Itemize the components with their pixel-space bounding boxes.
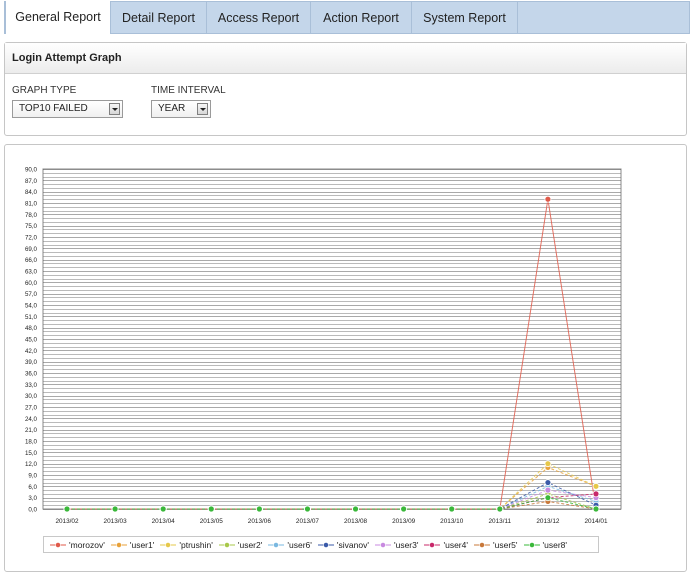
data-point: [496, 505, 504, 513]
data-point: [159, 505, 167, 513]
y-tick-label: 51,0: [25, 314, 38, 321]
data-point: [544, 195, 552, 203]
y-tick-label: 9,0: [28, 473, 37, 480]
legend-label: 'sivanov': [336, 539, 369, 550]
x-tick-label: 2013/11: [488, 518, 511, 525]
legend-item: 'user3': [374, 539, 419, 550]
x-tick-label: 2013/07: [296, 518, 320, 525]
y-tick-label: 81,0: [25, 201, 38, 208]
legend-label: 'user4': [443, 539, 468, 550]
y-tick-label: 24,0: [25, 416, 38, 423]
y-tick-label: 30,0: [25, 393, 38, 400]
x-tick-label: 2013/12: [536, 518, 560, 525]
legend-item: 'sivanov': [317, 539, 369, 550]
legend-item: 'user6': [268, 540, 312, 550]
x-tick-label: 2013/08: [344, 518, 368, 525]
y-tick-label: 12,0: [25, 461, 38, 468]
legend-label: 'user2': [237, 539, 263, 550]
y-tick-label: 21,0: [25, 427, 38, 434]
legend-swatch-icon: [218, 541, 235, 548]
legend-item: 'morozov': [50, 540, 105, 550]
y-tick-label: 87,0: [25, 178, 38, 185]
legend-item: 'user1': [110, 539, 155, 550]
y-tick-label: 78,0: [25, 212, 38, 219]
y-tick-label: 27,0: [25, 405, 38, 412]
legend-swatch-icon: [50, 541, 66, 548]
login-attempt-chart: 0,0 3,0 6,0 9,0 12,0 15,0 18,0 21,0 24,0 27,0 30,0…: [25, 167, 622, 525]
y-tick-label: 39,0: [25, 359, 38, 366]
legend-swatch-icon: [160, 541, 177, 548]
data-point: [352, 505, 359, 513]
legend-label: 'ptrushin': [179, 539, 213, 550]
data-point: [448, 505, 456, 513]
y-tick-label: 42,0: [25, 348, 38, 355]
y-tick-label: 60,0: [25, 280, 38, 287]
y-tick-label: 48,0: [25, 325, 38, 332]
data-point: [400, 505, 408, 513]
data-point: [304, 505, 311, 513]
x-tick-label: 2013/04: [152, 518, 176, 525]
legend-item: 'user8': [523, 539, 568, 550]
legend-item: 'user2': [218, 539, 263, 550]
x-tick-label: 2013/09: [392, 518, 416, 525]
legend-item: 'user4': [424, 540, 468, 550]
legend-label: 'user1': [129, 539, 155, 550]
y-tick-label: 45,0: [25, 337, 38, 344]
data-point: [207, 505, 215, 513]
legend-swatch-icon: [374, 541, 391, 548]
y-tick-label: 63,0: [25, 269, 38, 276]
y-tick-label: 3,0: [28, 495, 37, 502]
y-tick-label: 15,0: [25, 450, 38, 457]
data-point: [544, 479, 552, 486]
data-point: [592, 482, 600, 490]
y-tick-label: 72,0: [25, 235, 38, 242]
y-tick-label: 84,0: [25, 189, 38, 196]
y-tick-label: 33,0: [25, 382, 38, 389]
legend-swatch-icon: [110, 541, 127, 548]
data-point: [544, 486, 552, 494]
x-tick-label: 2013/05: [200, 518, 224, 525]
data-point: [63, 505, 71, 513]
legend-swatch-icon: [424, 541, 441, 548]
y-tick-label: 54,0: [25, 303, 38, 310]
y-tick-label: 57,0: [25, 291, 38, 298]
legend-item: 'ptrushin': [160, 540, 213, 550]
chart-legend: 'morozov' 'user1' 'ptrushin' 'user2' 'user6'…: [43, 536, 599, 553]
data-point: [544, 494, 552, 502]
y-tick-label: 90,0: [25, 167, 38, 174]
y-tick-label: 75,0: [25, 223, 38, 230]
legend-label: 'morozov': [69, 539, 105, 550]
data-point: [255, 505, 263, 513]
data-point: [111, 505, 119, 513]
legend-label: 'user3': [393, 539, 419, 550]
y-tick-label: 66,0: [25, 257, 38, 264]
x-tick-label: 2013/02: [55, 518, 79, 525]
x-tick-label: 2013/06: [248, 518, 272, 525]
data-point: [592, 490, 600, 498]
plot-area: [42, 168, 622, 510]
legend-swatch-icon: [523, 541, 540, 548]
y-tick-label: 69,0: [25, 246, 38, 253]
legend-label: 'user5': [493, 539, 518, 550]
y-tick-label: 0,0: [28, 507, 37, 514]
y-tick-label: 6,0: [28, 484, 37, 491]
data-point: [592, 505, 600, 513]
legend-label: 'user6': [287, 539, 312, 550]
legend-swatch-icon: [317, 541, 334, 548]
data-point: [544, 460, 552, 468]
x-tick-label: 2013/10: [440, 518, 464, 525]
legend-swatch-icon: [474, 541, 490, 548]
x-tick-label: 2013/03: [104, 518, 128, 525]
legend-swatch-icon: [268, 541, 285, 548]
legend-item: 'user5': [474, 540, 518, 550]
x-tick-label: 2014/01: [584, 518, 608, 525]
y-tick-label: 36,0: [25, 371, 38, 378]
y-tick-label: 18,0: [25, 439, 38, 446]
legend-label: 'user8': [542, 539, 568, 550]
